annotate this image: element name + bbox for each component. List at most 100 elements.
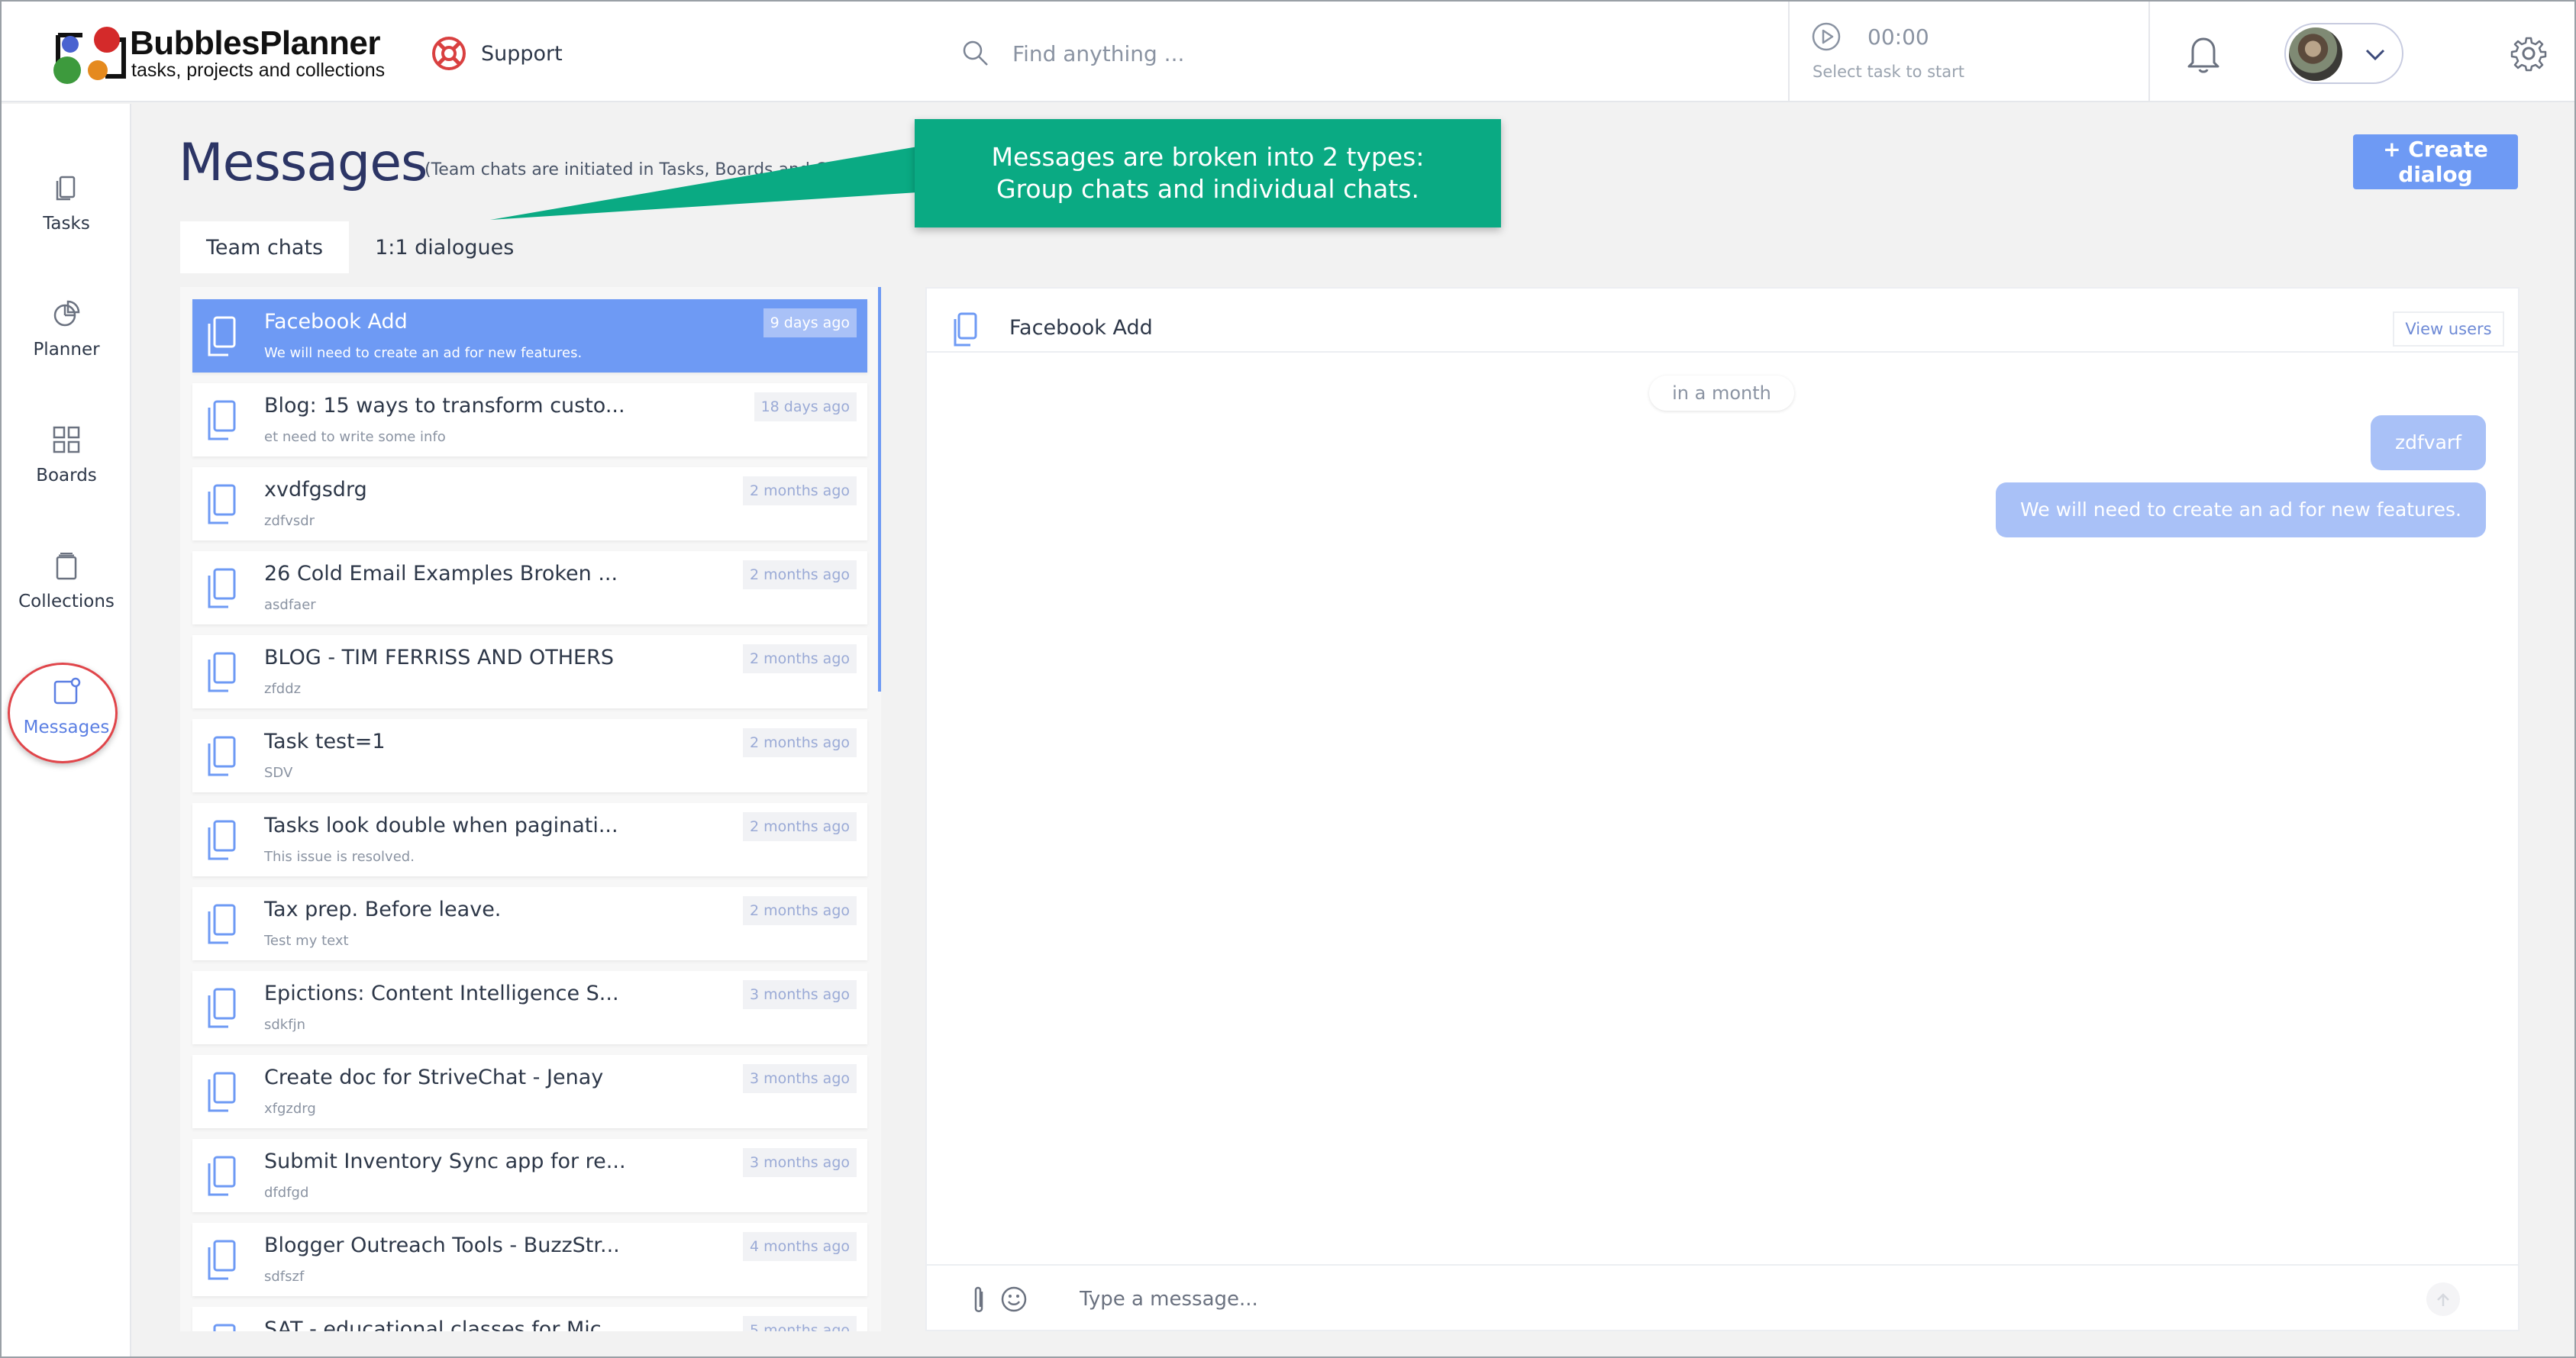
- message-composer: [927, 1264, 2518, 1330]
- chat-last-message: et need to write some info: [264, 429, 446, 445]
- chat-timestamp: 3 months ago: [742, 1064, 857, 1093]
- document-icon: [208, 316, 236, 356]
- chat-timestamp: 3 months ago: [742, 980, 857, 1009]
- chat-timestamp: 2 months ago: [742, 728, 857, 757]
- app-tagline: tasks, projects and collections: [131, 60, 386, 81]
- document-icon: [208, 904, 236, 944]
- document-icon: [954, 312, 977, 347]
- app-name: BubblesPlanner: [130, 24, 380, 62]
- message-bubble: We will need to create an ad for new fea…: [1995, 482, 2486, 537]
- document-icon: [208, 484, 236, 524]
- emoji-smile-icon[interactable]: [1000, 1285, 1028, 1313]
- chat-title: SAT - educational classes for Mic...: [264, 1318, 621, 1331]
- date-separator: in a month: [1649, 376, 1794, 411]
- sidebar-item-planner[interactable]: Planner: [2, 298, 131, 390]
- chat-list-item[interactable]: BLOG - TIM FERRISS AND OTHERS zfddz 2 mont…: [192, 635, 867, 708]
- document-icon: [208, 1156, 236, 1196]
- chat-last-message: sdfszf: [264, 1269, 305, 1285]
- conversation-header: Facebook Add View users: [927, 289, 2518, 353]
- chat-last-message: SDV: [264, 765, 293, 781]
- chat-last-message: We will need to create an ad for new fea…: [264, 345, 583, 361]
- chat-last-message: asdfaer: [264, 597, 316, 613]
- send-button[interactable]: [2426, 1282, 2460, 1316]
- chat-last-message: Test my text: [264, 933, 349, 949]
- document-icon: [208, 568, 236, 608]
- chat-list-item[interactable]: Task test=1 SDV 2 months ago: [192, 719, 867, 792]
- app-logo[interactable]: BubblesPlanner tasks, projects and colle…: [44, 21, 385, 85]
- chat-timestamp: 4 months ago: [742, 1232, 857, 1261]
- callout-pointer: [490, 147, 918, 220]
- chat-list-item[interactable]: Create doc for StriveChat - Jenay xfgzdrg…: [192, 1055, 867, 1128]
- document-icon: [208, 1240, 236, 1280]
- document-icon: [213, 1324, 236, 1331]
- chat-timestamp: 2 months ago: [742, 896, 857, 925]
- chat-timestamp: 9 days ago: [763, 308, 857, 337]
- avatar: [2289, 27, 2342, 81]
- chat-title: Submit Inventory Sync app for re...: [264, 1150, 626, 1173]
- chat-title: Task test=1: [264, 730, 386, 753]
- tab-team-chats[interactable]: Team chats: [180, 221, 350, 273]
- chat-list-item[interactable]: Tasks look double when paginati... This i…: [192, 803, 867, 876]
- sidebar-item-tasks[interactable]: Tasks: [2, 173, 131, 264]
- sidebar-item-boards[interactable]: Boards: [2, 424, 131, 516]
- chat-list-item[interactable]: Submit Inventory Sync app for re... dfdfg…: [192, 1139, 867, 1212]
- chat-list-scrollbar[interactable]: [878, 287, 881, 692]
- arrow-up-icon: [2437, 1292, 2449, 1306]
- callout-line-2: Group chats and individual chats.: [996, 174, 1419, 204]
- chat-title: Facebook Add: [264, 310, 408, 334]
- conversation-title: Facebook Add: [1009, 316, 1153, 340]
- chat-title: xvdfgsdrg: [264, 478, 367, 502]
- chat-last-message: zfddz: [264, 681, 302, 697]
- view-users-button[interactable]: View users: [2393, 311, 2504, 347]
- document-icon: [208, 820, 236, 860]
- chat-list-item[interactable]: Blogger Outreach Tools - BuzzStr... sdfsz…: [192, 1223, 867, 1296]
- chat-list-item[interactable]: Blog: 15 ways to transform custo... et ne…: [192, 383, 867, 456]
- chat-list-item[interactable]: Tax prep. Before leave. Test my text 2 mon…: [192, 887, 867, 960]
- chat-title: Create doc for StriveChat - Jenay: [264, 1066, 604, 1089]
- sidebar-item-label: Collections: [18, 592, 115, 611]
- message-bubble: zdfvarf: [2371, 415, 2486, 470]
- sidebar-item-label: Boards: [36, 466, 97, 485]
- chat-list-item[interactable]: SAT - educational classes for Mic... 5 mo…: [192, 1307, 867, 1331]
- document-icon: [208, 988, 236, 1028]
- message-input[interactable]: [1080, 1282, 2301, 1316]
- chat-title: 26 Cold Email Examples Broken ...: [264, 562, 618, 585]
- task-timer: 00:00 Select task to start: [1788, 2, 2150, 102]
- document-icon: [208, 400, 236, 440]
- attachment-paperclip-icon[interactable]: [970, 1285, 988, 1316]
- chat-list: Facebook Add We will need to create an ad…: [180, 287, 881, 1331]
- boards-icon: [53, 426, 80, 453]
- chat-timestamp: 18 days ago: [754, 392, 857, 421]
- logo-bubbles-icon: [53, 27, 126, 84]
- play-icon[interactable]: [1811, 21, 1842, 52]
- chat-last-message: sdkfjn: [264, 1017, 305, 1033]
- chat-list-item[interactable]: Facebook Add We will need to create an ad…: [192, 299, 867, 373]
- search-icon: [963, 40, 988, 66]
- chat-last-message: xfgzdrg: [264, 1101, 316, 1117]
- user-menu[interactable]: [2284, 23, 2403, 84]
- chat-timestamp: 5 months ago: [742, 1316, 857, 1331]
- chat-title: Tax prep. Before leave.: [264, 898, 502, 921]
- highlight-circle: [8, 663, 118, 763]
- chat-timestamp: 2 months ago: [742, 476, 857, 505]
- chat-list-item[interactable]: Epictions: Content Intelligence S... sdkf…: [192, 971, 867, 1044]
- app-window: BubblesPlanner tasks, projects and colle…: [0, 0, 2576, 1358]
- sidebar-item-label: Planner: [33, 340, 100, 360]
- chat-last-message: zdfvsdr: [264, 513, 315, 529]
- document-icon: [208, 1072, 236, 1112]
- settings-gear-icon[interactable]: [2510, 35, 2547, 72]
- create-dialog-button[interactable]: + Create dialog: [2353, 134, 2518, 189]
- chat-list-item[interactable]: 26 Cold Email Examples Broken ... asdfaer…: [192, 551, 867, 624]
- chat-list-item[interactable]: xvdfgsdrg zdfvsdr 2 months ago: [192, 467, 867, 540]
- chat-last-message: This issue is resolved.: [264, 849, 415, 865]
- search-input[interactable]: [1012, 40, 1547, 66]
- sidebar-item-collections[interactable]: Collections: [2, 550, 131, 642]
- collections-icon: [56, 553, 77, 580]
- support-link[interactable]: Support: [431, 35, 563, 72]
- planner-icon: [53, 300, 80, 327]
- notifications-bell-icon[interactable]: [2184, 32, 2223, 75]
- page-title: Messages: [179, 133, 428, 193]
- chat-title: Tasks look double when paginati...: [264, 814, 618, 837]
- chat-title: Blogger Outreach Tools - BuzzStr...: [264, 1234, 620, 1257]
- chat-last-message: dfdfgd: [264, 1185, 309, 1201]
